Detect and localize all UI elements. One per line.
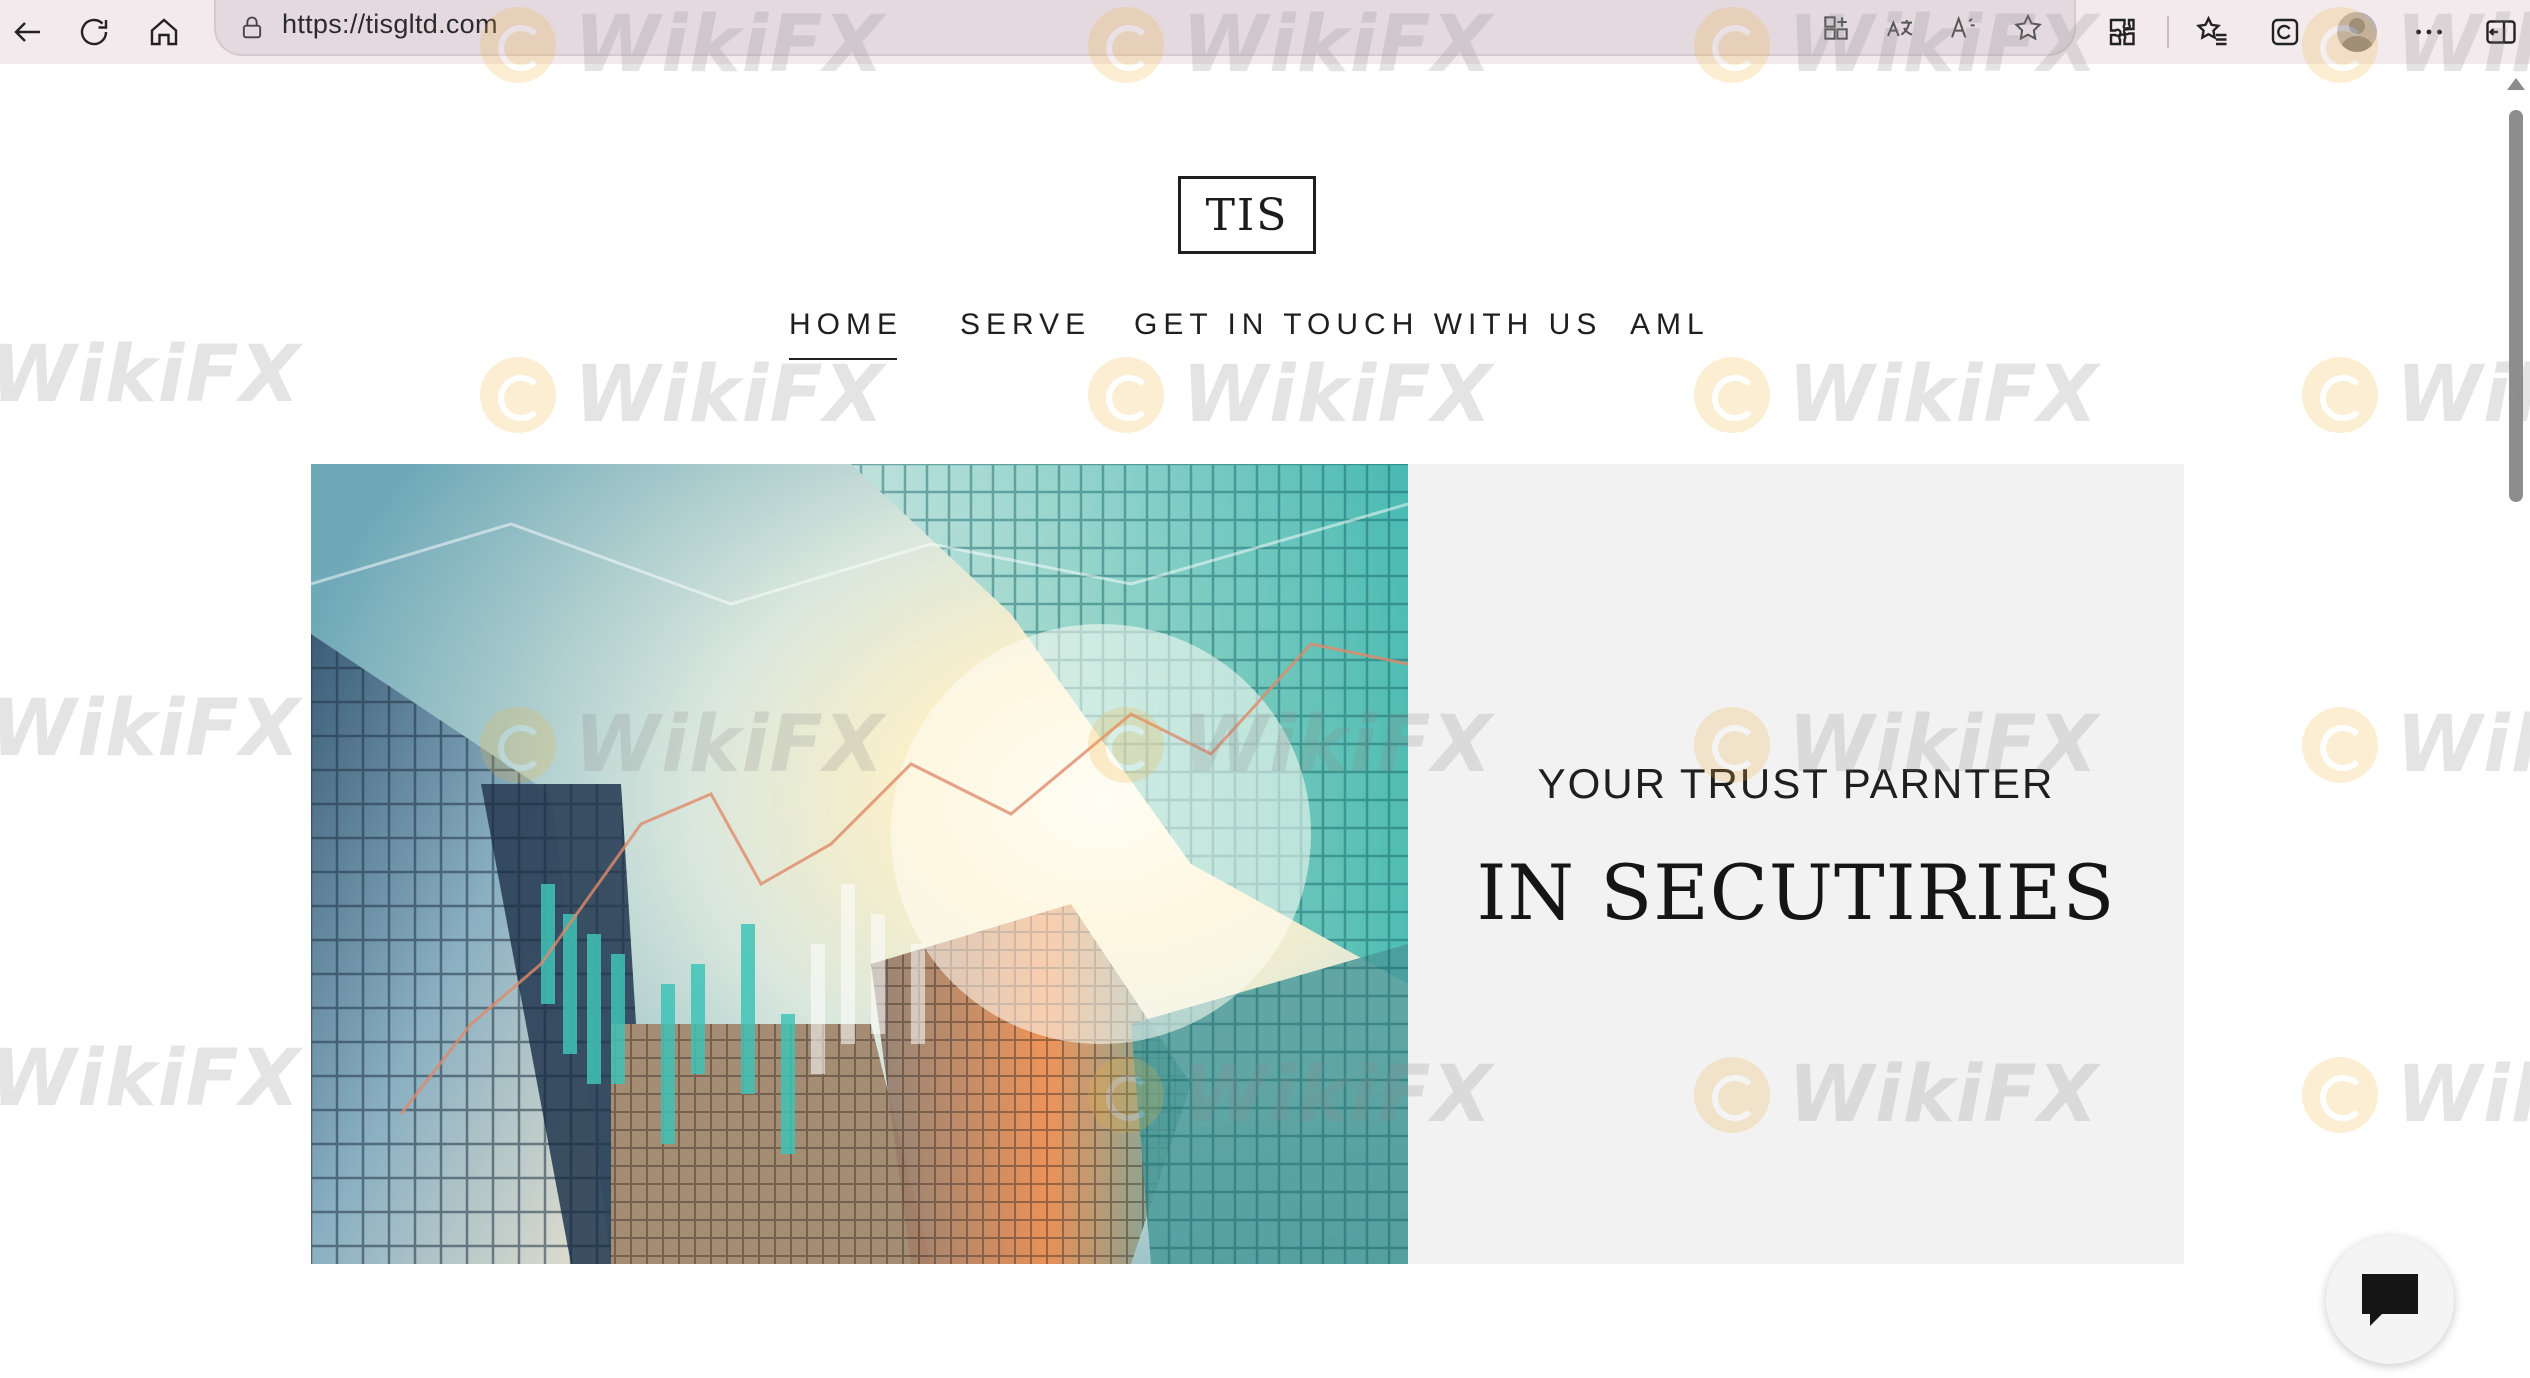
main-nav: HOME SERVE GET IN TOUCH WITH US AML [0, 308, 2500, 368]
profile-icon[interactable] [2329, 4, 2385, 60]
favorites-icon[interactable] [2185, 4, 2241, 60]
scrollbar[interactable] [2500, 64, 2530, 1378]
nav-item-get-in-touch[interactable]: GET IN TOUCH WITH US [1134, 308, 1602, 342]
scroll-up-icon[interactable] [2507, 78, 2525, 90]
hero-tagline-big: IN SECUTIRIES [1476, 848, 2116, 937]
nav-item-serve[interactable]: SERVE [960, 308, 1091, 342]
avatar[interactable] [2337, 12, 2377, 52]
chat-icon [2362, 1274, 2418, 1326]
lock-icon[interactable] [234, 10, 270, 46]
hero-panel: YOUR TRUST PARNTER IN SECUTIRIES [1408, 464, 2184, 1264]
read-aloud-icon[interactable] [1938, 6, 1990, 50]
refresh-icon[interactable] [66, 4, 122, 60]
hero-tagline-small: YOUR TRUST PARNTER [1537, 760, 2055, 807]
extensions-icon[interactable] [2095, 4, 2151, 60]
site-logo[interactable]: TIS [1178, 176, 1316, 254]
sidebar-icon[interactable] [2473, 4, 2529, 60]
browser-toolbar: https://tisgltd.com [0, 0, 2530, 64]
address-bar[interactable]: https://tisgltd.com [214, 0, 2076, 56]
nav-item-aml[interactable]: AML [1630, 308, 1710, 342]
apps-icon[interactable] [1810, 6, 1862, 50]
back-icon[interactable] [0, 4, 56, 60]
url-text[interactable]: https://tisgltd.com [282, 9, 498, 40]
home-icon[interactable] [136, 4, 192, 60]
web-page: TIS HOME SERVE GET IN TOUCH WITH US AML [0, 64, 2500, 1378]
chat-button[interactable] [2326, 1236, 2454, 1364]
nav-item-home[interactable]: HOME [789, 308, 903, 360]
collections-icon[interactable] [2257, 4, 2313, 60]
toolbar-divider [2167, 16, 2169, 48]
scroll-thumb[interactable] [2509, 110, 2523, 502]
skyscrapers-chart-image [311, 464, 1408, 1264]
translate-icon[interactable] [1874, 6, 1926, 50]
more-icon[interactable] [2401, 4, 2457, 60]
favorite-star-icon[interactable] [2002, 6, 2054, 50]
